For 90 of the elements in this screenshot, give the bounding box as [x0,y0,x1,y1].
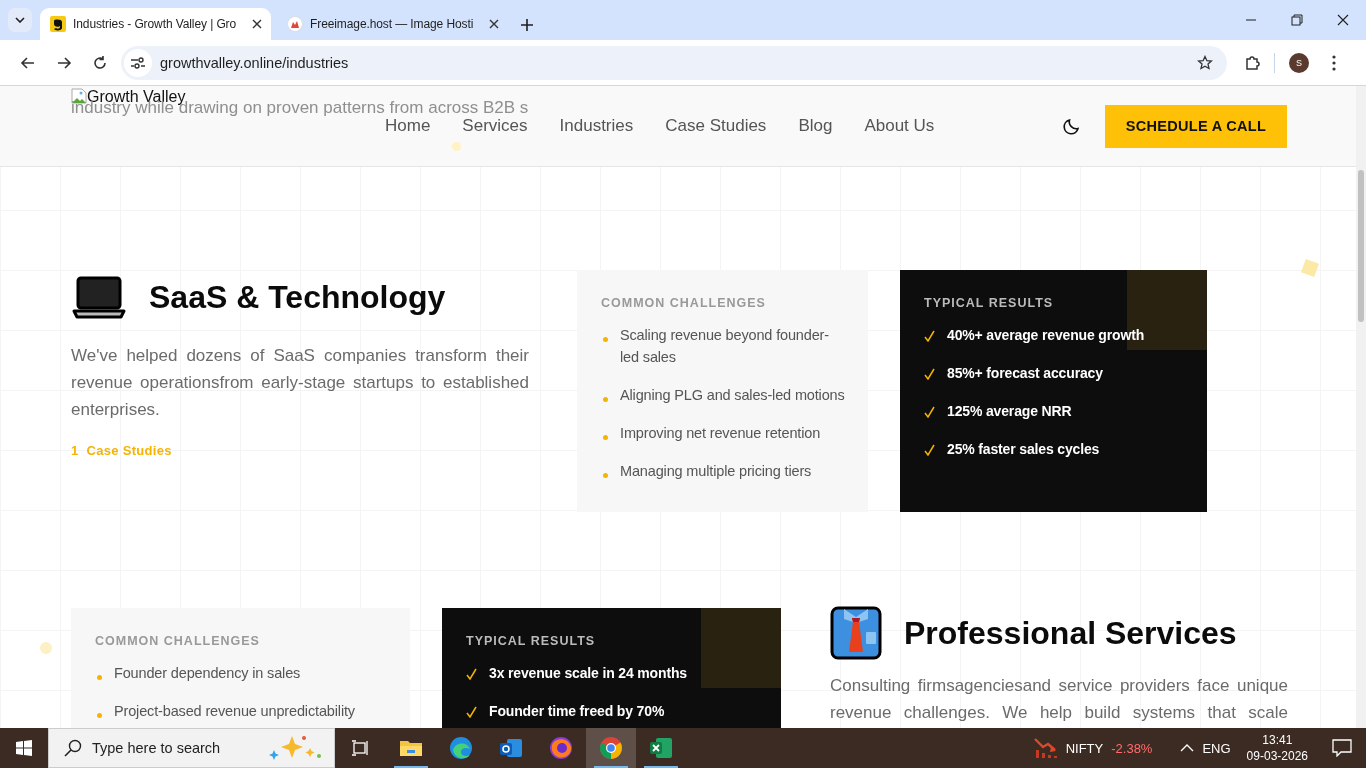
search-placeholder: Type here to search [92,740,222,756]
decoration-dot [40,642,52,654]
search-icon [64,739,82,757]
challenge-text: Aligning PLG and sales-led motions [620,386,845,405]
tab-title: Freeimage.host — Image Hosti [310,17,475,31]
ticker-change: -2.38% [1111,740,1153,756]
section-title: SaaS & Technology [149,278,446,316]
favicon-icon [50,16,66,32]
check-icon [924,368,935,380]
task-view-icon [352,740,370,756]
check-icon [924,406,935,418]
bullet-icon [603,337,608,342]
moon-icon[interactable] [1062,116,1082,136]
case-count: 1 [71,443,79,458]
more-menu-icon[interactable] [1332,54,1336,71]
card-heading: COMMON CHALLENGES [601,296,767,310]
sliders-icon [131,56,145,69]
forward-icon [56,54,72,71]
check-icon [924,330,935,342]
section-description: Consulting firmsagenciesand service providers face unique revenue challenges. We help build systems that scale [830,675,1288,724]
close-icon [1337,14,1349,26]
check-icon [466,668,477,680]
case-label: Case Studies [86,443,172,458]
card-heading: COMMON CHALLENGES [95,634,261,648]
challenge-text: Improving net revenue retention [620,424,821,443]
bullet-icon [97,713,102,718]
card-heading: TYPICAL RESULTS [466,634,597,648]
nav-link[interactable]: Industries [559,116,634,136]
site-info-button[interactable] [124,48,152,77]
scrollbar-thumb[interactable] [1358,170,1364,322]
card-heading: TYPICAL RESULTS [924,296,1055,310]
star-icon[interactable] [1197,54,1213,71]
puzzle-icon[interactable] [1244,53,1262,72]
nav-link[interactable]: Case Studies [665,116,767,136]
notification-icon[interactable] [1332,739,1352,757]
schedule-call-button[interactable]: SCHEDULE A CALL [1105,104,1287,148]
new-tab-icon[interactable] [520,18,534,32]
nav-link[interactable]: Blog [798,116,833,136]
reload-icon [92,54,108,71]
result-text: 125% average NRR [947,402,1072,421]
bullet-icon [603,397,608,402]
profile-avatar[interactable]: S [1289,52,1309,73]
laptop-icon [71,275,127,319]
challenge-text: Founder dependency in sales [114,664,301,683]
result-text: 3x revenue scale in 24 months [489,664,687,683]
nav-link[interactable]: Home [385,116,431,136]
clock-time: 13:41 [1262,732,1293,748]
bullet-icon [603,435,608,440]
browser-tab[interactable]: Industries - Growth Valley | Gro [40,8,271,40]
browser-tab[interactable]: Freeimage.host — Image Hosti [277,8,508,40]
search-field[interactable]: Type here to search [48,728,335,768]
challenge-text: Managing multiple pricing tiers [620,462,812,481]
windows-icon [16,740,32,756]
shirt-icon [830,606,882,660]
bullet-icon [603,473,608,478]
mail-app-icon [499,737,523,759]
chrome-icon [599,736,623,760]
tab-title: Industries - Growth Valley | Gro [73,17,238,31]
challenge-text: Scaling revenue beyond founder-led sales [620,326,830,367]
result-text: Founder time freed by 70% [489,702,665,721]
bullet-icon [97,675,102,680]
tab-search-button[interactable] [8,8,32,32]
challenge-text: Project-based revenue unpredictability [114,702,355,721]
back-icon [20,54,36,71]
check-icon [466,706,477,718]
close-icon[interactable] [489,19,499,29]
nav-link[interactable]: About Us [864,116,935,136]
clock[interactable]: 13:41 09-03-2026 [1246,732,1308,764]
falling-chart-icon [1033,737,1058,759]
spreadsheet-icon [649,737,673,759]
restore-icon [1291,14,1303,26]
taskbar-app[interactable] [586,728,636,768]
url-text: growthvalley.online/industries [160,54,350,71]
section-description: We've helped dozens of SaaS companies transform their revenue operationsfrom early-stage startups to established enterprises. [71,345,529,421]
close-icon[interactable] [252,19,262,29]
chevron-down-icon [15,17,25,23]
address-bar[interactable]: growthvalley.online/industries [121,45,1227,80]
nav-link[interactable]: Services [462,116,528,136]
section-title: Professional Services [904,614,1237,652]
ticker-name: NIFTY [1065,740,1104,756]
clock-date: 09-03-2026 [1246,748,1308,764]
check-icon [924,444,935,456]
folder-icon [399,738,423,758]
chevron-up-icon[interactable] [1180,744,1195,752]
favicon-icon [287,16,303,32]
result-text: 40%+ average revenue growth [947,326,1145,345]
result-text: 85%+ forecast accuracy [947,364,1103,383]
language-indicator[interactable]: ENG [1202,740,1231,756]
result-text: 25% faster sales cycles [947,440,1100,459]
decoration-dot [452,142,461,151]
